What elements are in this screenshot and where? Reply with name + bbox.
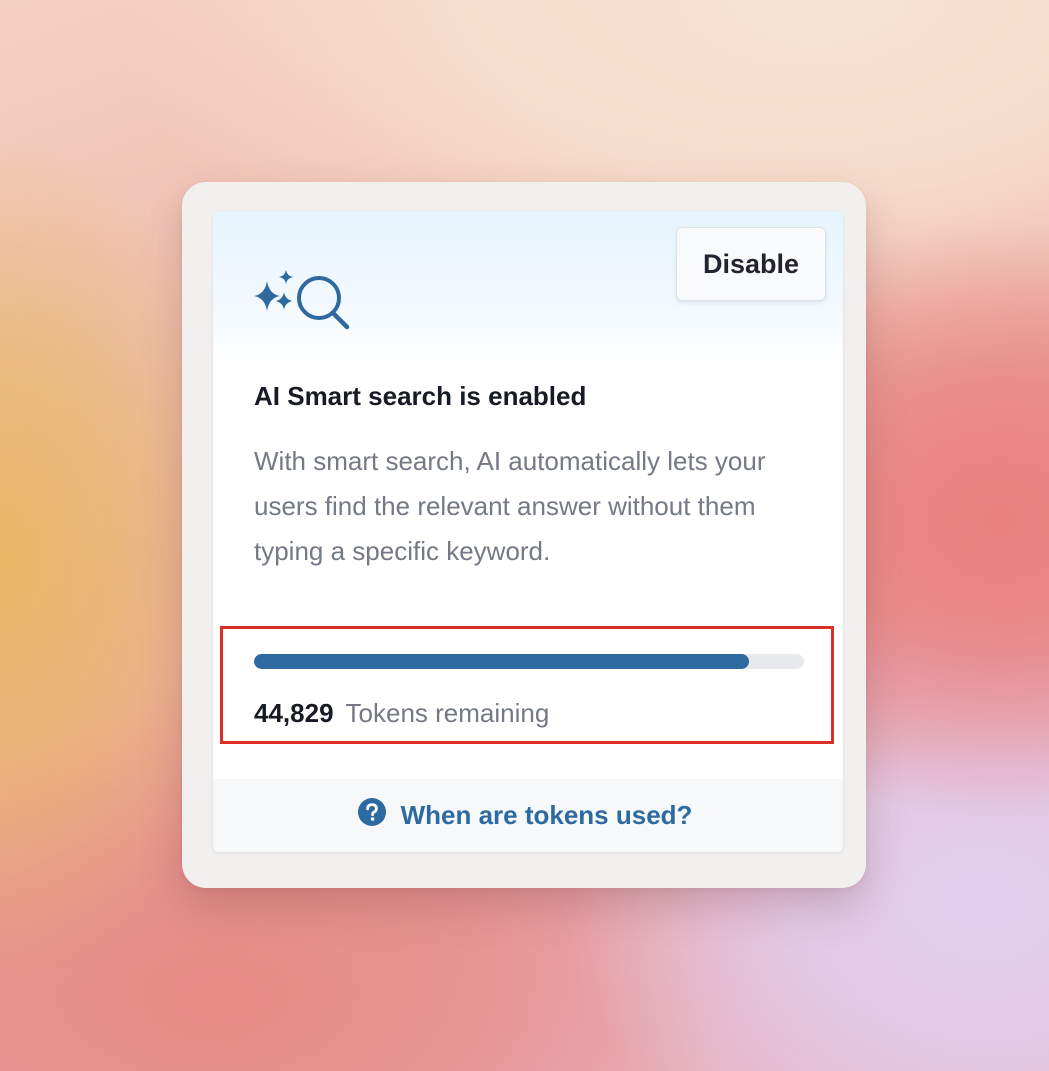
tokens-help-link[interactable]: When are tokens used? [357,797,693,831]
sparkle-search-icon [254,270,350,330]
smart-search-card: Disable AI Smart search is enabled With … [213,211,843,852]
disable-button[interactable]: Disable [676,227,826,301]
usage-highlight-box [220,626,834,744]
card-footer: When are tokens used? [213,779,843,852]
card-header: Disable [213,211,843,371]
card-description: With smart search, AI automatically lets… [254,446,766,566]
card-title: AI Smart search is enabled [254,381,587,411]
tokens-help-label: When are tokens used? [400,800,693,830]
question-circle-icon [357,797,386,826]
